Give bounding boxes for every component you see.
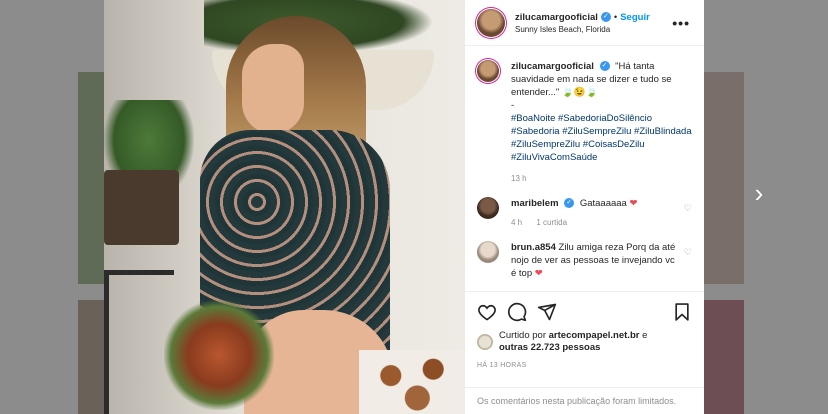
feed-thumbnail	[704, 72, 744, 284]
heart-icon[interactable]: ♡	[680, 241, 692, 280]
post-photo[interactable]	[104, 0, 465, 414]
comments-limited-notice: Os comentários nesta publicação foram li…	[465, 387, 704, 414]
avatar[interactable]	[477, 8, 505, 37]
caption-dash: -	[511, 100, 515, 111]
comment-time: 4 h	[511, 218, 523, 227]
comment-username[interactable]: maribelem	[511, 198, 559, 209]
heart-icon[interactable]	[477, 302, 497, 322]
follow-button[interactable]: Seguir	[620, 12, 650, 23]
avatar[interactable]	[477, 241, 499, 263]
post-header: zilucamargooficial ✓ • Seguir Sunny Isle…	[465, 0, 704, 46]
avatar[interactable]	[477, 197, 499, 219]
more-options-icon[interactable]: •••	[670, 15, 692, 31]
likes-count[interactable]: outras 22.723 pessoas	[499, 342, 600, 353]
feed-thumbnail	[78, 300, 104, 414]
heart-emoji: ❤	[534, 268, 543, 279]
post-username[interactable]: zilucamargooficial	[515, 12, 598, 23]
comment-item: maribelem ✓ Gataaaaaa ❤ 4 h 1 curtida ♡	[477, 197, 692, 229]
feed-thumbnail	[704, 300, 744, 414]
verified-icon: ✓	[600, 12, 611, 22]
caption: zilucamargooficial ✓ "Há tanta suavidade…	[477, 60, 692, 185]
chevron-right-icon[interactable]: ›	[748, 178, 770, 208]
liker-username[interactable]: artecompapel.net.br	[549, 330, 640, 341]
avatar[interactable]	[477, 334, 493, 350]
comment-likes[interactable]: 1 curtida	[536, 218, 567, 227]
comment-text: Gataaaaaa	[579, 198, 627, 209]
post-location[interactable]: Sunny Isles Beach, Florida	[515, 25, 670, 34]
likes-summary: Curtido por artecompapel.net.br e outras…	[477, 330, 692, 354]
share-icon[interactable]	[537, 302, 557, 322]
verified-icon: ✓	[599, 61, 610, 72]
post-actions: Curtido por artecompapel.net.br e outras…	[465, 291, 704, 387]
comment-username[interactable]: brun.a854	[511, 242, 556, 253]
heart-emoji: ❤	[629, 198, 638, 209]
bookmark-icon[interactable]	[672, 302, 692, 322]
comment-icon[interactable]	[507, 302, 527, 322]
caption-hashtags[interactable]: #BoaNoite #SabedoriaDoSilêncio #Sabedori…	[511, 112, 692, 164]
verified-icon: ✓	[564, 198, 575, 209]
heart-icon[interactable]: ♡	[680, 197, 692, 229]
comments-list[interactable]: zilucamargooficial ✓ "Há tanta suavidade…	[465, 46, 704, 291]
caption-username[interactable]: zilucamargooficial	[511, 61, 594, 72]
post-sidebar: zilucamargooficial ✓ • Seguir Sunny Isle…	[465, 0, 704, 414]
feed-thumbnail	[78, 72, 104, 284]
avatar[interactable]	[477, 60, 499, 82]
post-timestamp[interactable]: HÁ 13 HORAS	[477, 362, 692, 369]
comment-item: brun.a854 Zilu amiga reza Porq da até no…	[477, 241, 692, 280]
caption-time: 13 h	[511, 174, 527, 183]
post-modal: zilucamargooficial ✓ • Seguir Sunny Isle…	[104, 0, 704, 414]
